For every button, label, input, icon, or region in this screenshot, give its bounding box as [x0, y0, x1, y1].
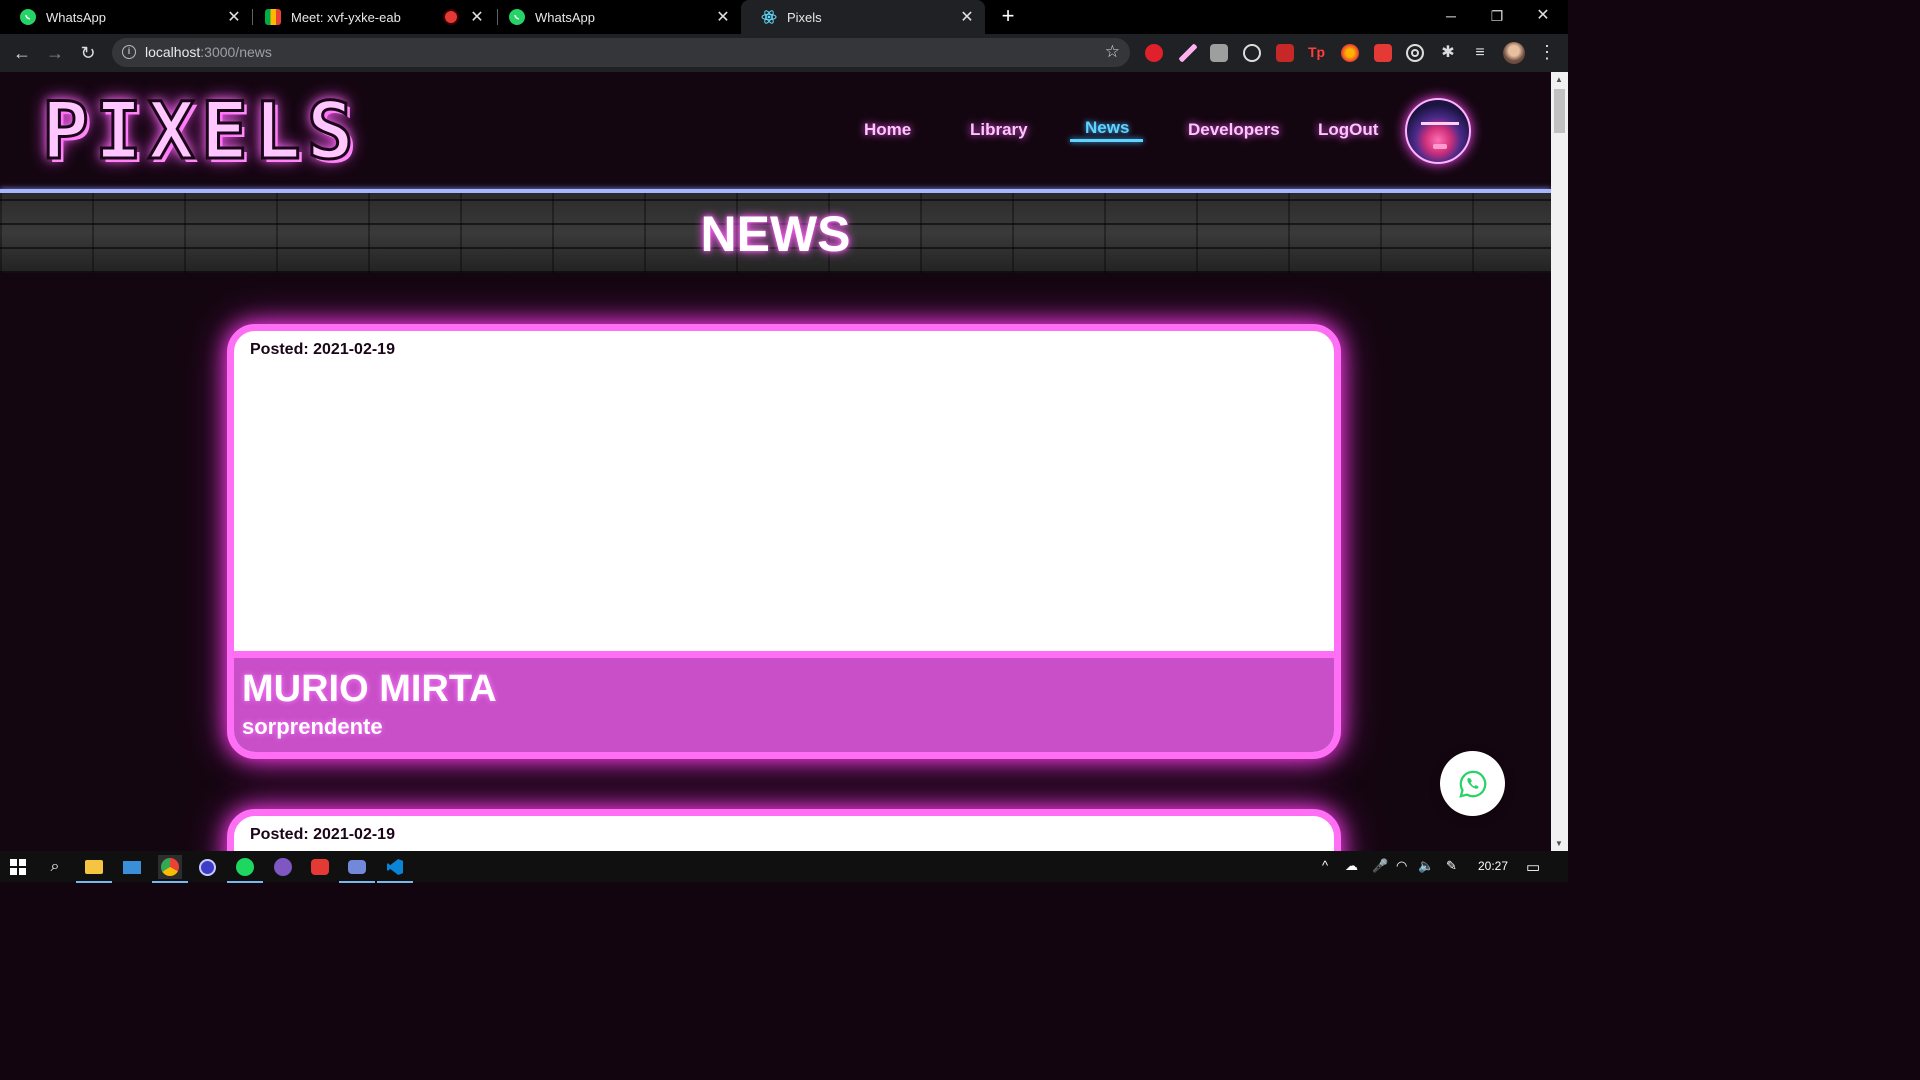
recording-icon: [445, 11, 457, 23]
pen-workspace-icon[interactable]: ✎: [1446, 858, 1457, 874]
page-viewport: PIXELS Home Library News Developers LogO…: [0, 72, 1551, 851]
react-icon: [761, 9, 777, 25]
windows-start-icon[interactable]: [6, 855, 30, 879]
windows-taskbar: ⌕ ^ ☁ 🎤 ◠ 🔈 ✎ 20:27 ▭: [0, 851, 1568, 883]
extension-gauge-icon[interactable]: [1243, 44, 1261, 62]
browser-tab-strip: WhatsApp ✕ Meet: xvf-yxke-eab ✕ WhatsApp…: [0, 0, 1568, 34]
news-card[interactable]: Posted: 2021-02-19: [227, 809, 1341, 851]
volume-icon[interactable]: 🔈: [1418, 858, 1434, 874]
news-card-footer: MURIO MIRTA sorprendente: [234, 651, 1334, 752]
profile-avatar[interactable]: [1503, 42, 1525, 64]
forward-button[interactable]: →: [43, 41, 67, 65]
whatsapp-icon: [509, 9, 525, 25]
extension-target-icon[interactable]: [1406, 44, 1424, 62]
news-title: MURIO MIRTA: [242, 668, 497, 710]
user-avatar[interactable]: [1405, 98, 1471, 164]
whatsapp-icon: [1458, 770, 1486, 798]
tab-title: Meet: xvf-yxke-eab: [291, 9, 401, 25]
google-meet-icon: [265, 9, 281, 25]
onedrive-icon[interactable]: ☁: [1345, 858, 1358, 874]
close-tab-icon[interactable]: ✕: [467, 7, 487, 27]
bookmark-star-icon[interactable]: ☆: [1105, 42, 1120, 62]
reading-list-icon[interactable]: ≡: [1468, 41, 1492, 65]
extension-chart-icon[interactable]: [1276, 44, 1294, 62]
nav-home[interactable]: Home: [864, 120, 911, 140]
extension-pen-icon[interactable]: [1179, 44, 1197, 62]
search-icon[interactable]: ⌕: [43, 855, 67, 879]
url-text[interactable]: localhost:3000/news: [145, 44, 272, 60]
tab-title: WhatsApp: [46, 9, 106, 25]
browser-menu-icon[interactable]: ⋮: [1538, 42, 1556, 63]
browser-tab-meet[interactable]: Meet: xvf-yxke-eab ✕: [245, 0, 495, 34]
extension-tp-icon[interactable]: Tp: [1308, 44, 1326, 62]
scroll-up-arrow-icon[interactable]: ▲: [1555, 75, 1563, 84]
back-button[interactable]: ←: [10, 41, 34, 65]
nav-logout[interactable]: LogOut: [1318, 120, 1378, 140]
close-tab-icon[interactable]: ✕: [224, 7, 244, 27]
extension-stop-icon[interactable]: [1145, 44, 1163, 62]
new-tab-button[interactable]: +: [996, 4, 1020, 28]
news-posted-date: Posted: 2021-02-19: [250, 826, 395, 843]
notifications-icon[interactable]: ▭: [1526, 858, 1540, 876]
address-bar[interactable]: i localhost:3000/news ☆: [112, 38, 1130, 67]
taskbar-clock[interactable]: 20:27: [1478, 859, 1508, 873]
tor-browser-icon[interactable]: [271, 855, 295, 879]
whatsapp-chat-button[interactable]: [1440, 751, 1505, 816]
browser-toolbar: ← → ↻ i localhost:3000/news ☆ Tp ✱ ≡ ⋮: [0, 34, 1568, 72]
tab-title: Pixels: [787, 9, 822, 25]
nav-active-underline: [1070, 139, 1143, 142]
news-posted-date: Posted: 2021-02-19: [250, 341, 395, 358]
browser-tab-whatsapp-1[interactable]: WhatsApp ✕: [0, 0, 252, 34]
nav-developers[interactable]: Developers: [1188, 120, 1280, 140]
reload-button[interactable]: ↻: [76, 41, 100, 65]
chrome-icon[interactable]: [152, 855, 188, 883]
close-tab-icon[interactable]: ✕: [713, 7, 733, 27]
site-info-icon[interactable]: i: [122, 45, 136, 59]
browser-tab-pixels[interactable]: Pixels ✕: [741, 0, 985, 34]
extension-flame-icon[interactable]: [1341, 44, 1359, 62]
news-banner: NEWS: [0, 193, 1551, 273]
extension-r-icon[interactable]: [1210, 44, 1228, 62]
whatsapp-icon: [20, 9, 36, 25]
page-scrollbar[interactable]: ▲ ▼: [1551, 72, 1568, 851]
extension-gift-icon[interactable]: [1374, 44, 1392, 62]
news-card[interactable]: Posted: 2021-02-19 MURIO MIRTA sorprende…: [227, 324, 1341, 759]
microphone-icon[interactable]: 🎤: [1372, 858, 1388, 874]
extensions-puzzle-icon[interactable]: ✱: [1436, 41, 1460, 65]
site-header: PIXELS Home Library News Developers LogO…: [0, 72, 1551, 189]
mail-icon[interactable]: [120, 855, 144, 879]
browser-tab-whatsapp-2[interactable]: WhatsApp ✕: [489, 0, 741, 34]
page-title: NEWS: [700, 206, 851, 262]
app-circle-icon[interactable]: [195, 855, 219, 879]
file-explorer-icon[interactable]: [76, 855, 112, 883]
minimize-button[interactable]: ─: [1428, 0, 1474, 34]
wifi-icon[interactable]: ◠: [1396, 858, 1407, 874]
news-subtitle: sorprendente: [242, 714, 383, 739]
discord-icon[interactable]: [339, 855, 375, 883]
tab-title: WhatsApp: [535, 9, 595, 25]
pixels-logo[interactable]: PIXELS: [41, 92, 360, 173]
nav-news[interactable]: News: [1085, 118, 1129, 138]
close-window-button[interactable]: ✕: [1520, 0, 1566, 34]
app-red-icon[interactable]: [308, 855, 332, 879]
show-hidden-icons-icon[interactable]: ^: [1322, 858, 1328, 873]
scrollbar-thumb[interactable]: [1554, 89, 1565, 133]
close-tab-icon[interactable]: ✕: [957, 7, 977, 27]
nav-library[interactable]: Library: [970, 120, 1028, 140]
scroll-down-arrow-icon[interactable]: ▼: [1555, 839, 1563, 848]
spotify-icon[interactable]: [227, 855, 263, 883]
restore-button[interactable]: ❐: [1474, 0, 1520, 34]
vscode-icon[interactable]: [377, 855, 413, 883]
